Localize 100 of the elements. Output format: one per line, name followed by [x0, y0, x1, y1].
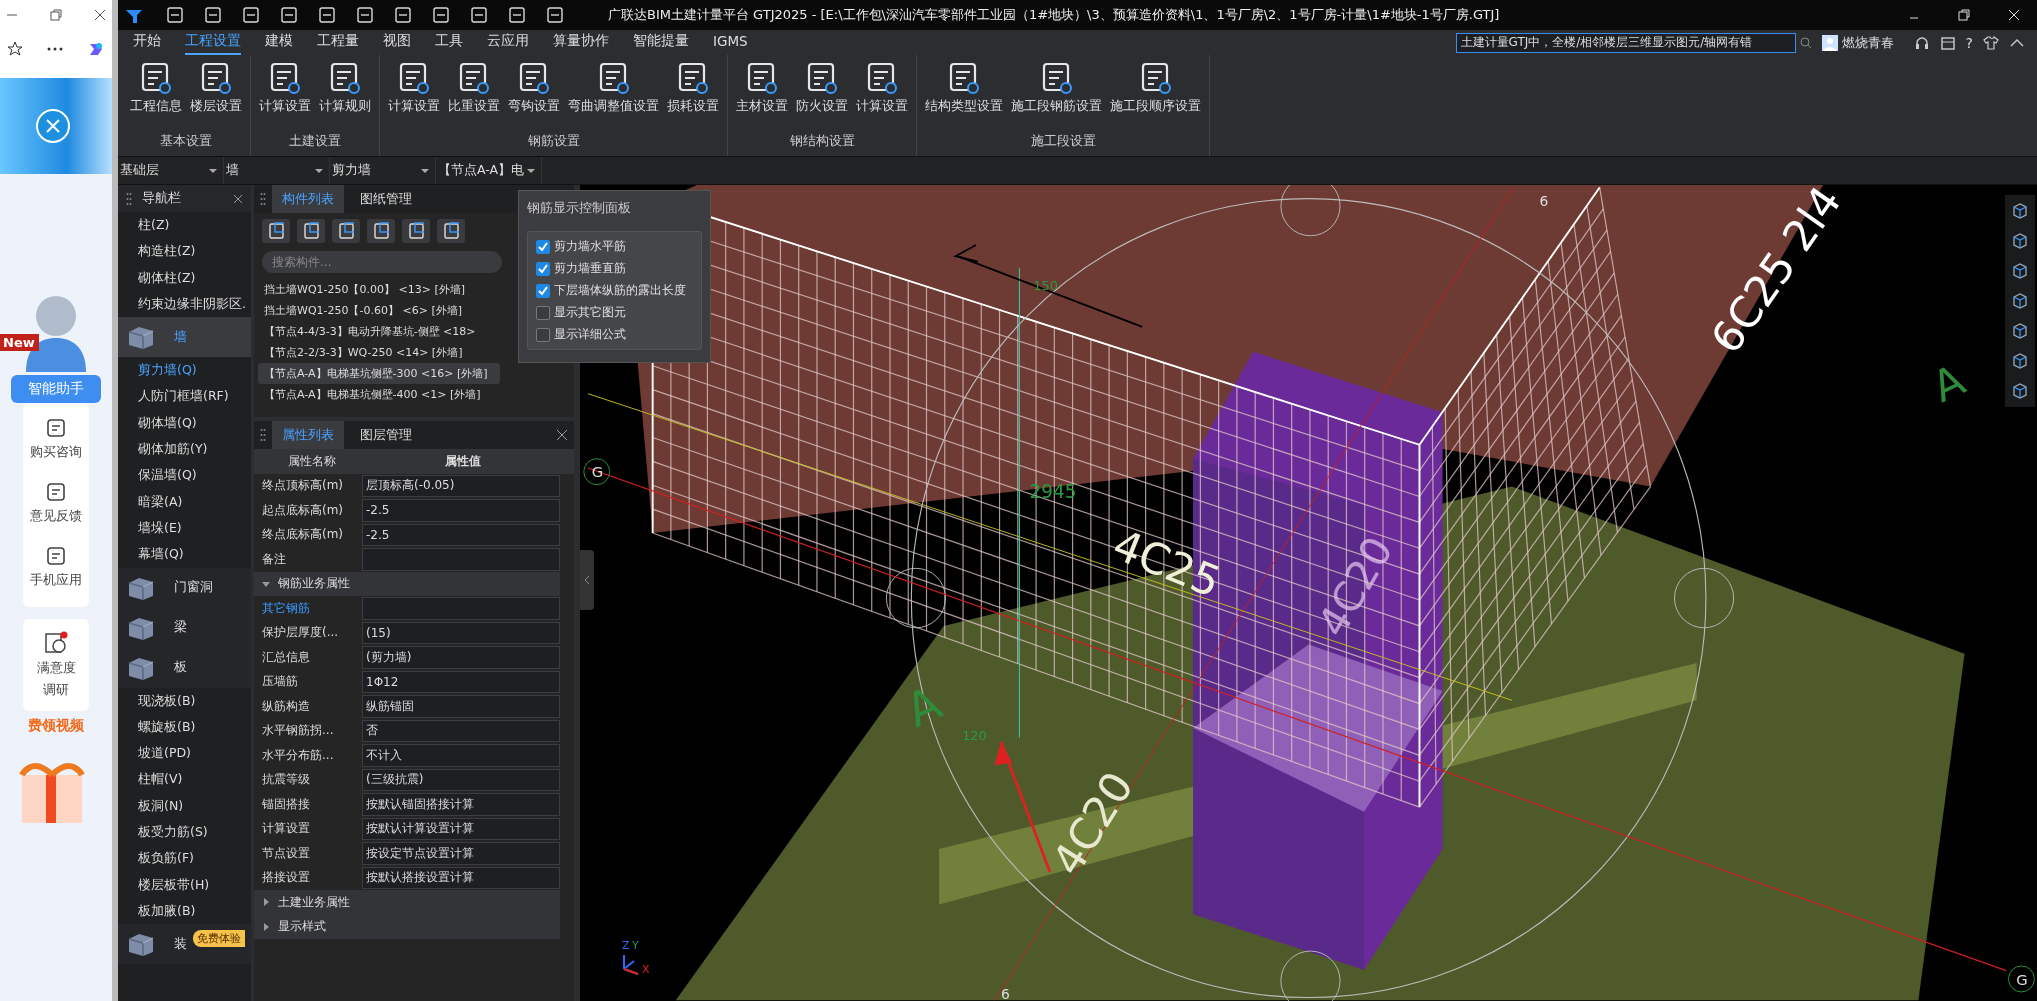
ribbon-button[interactable]: 施工段顺序设置: [1106, 59, 1205, 133]
selector-dropdown[interactable]: 墙: [224, 157, 330, 184]
survey-link[interactable]: 调研: [43, 681, 69, 699]
service-icon[interactable]: [45, 481, 67, 503]
ribbon-button[interactable]: 工程信息: [126, 59, 186, 133]
panel-tab[interactable]: 构件列表: [272, 185, 344, 213]
ribbon-button[interactable]: 弯曲调整值设置: [564, 59, 663, 133]
menu-tab[interactable]: 智能提量: [633, 30, 689, 55]
property-value-field[interactable]: [362, 597, 560, 620]
service-icon[interactable]: [45, 545, 67, 567]
ribbon-button[interactable]: 计算设置: [255, 59, 315, 133]
user-name[interactable]: 燃烧青春: [1841, 33, 1894, 52]
toolbar-tool-icon[interactable]: [204, 6, 222, 24]
menu-tab[interactable]: 开始: [133, 30, 161, 55]
checkbox[interactable]: [536, 283, 550, 298]
favorites-star-icon[interactable]: [7, 41, 23, 57]
toolbar-tool-icon[interactable]: [546, 6, 564, 24]
toolbar-tool-icon[interactable]: [356, 6, 374, 24]
property-value-field[interactable]: 层顶标高(-0.05): [362, 474, 560, 497]
nav-item[interactable]: 墙垛(E): [118, 514, 251, 542]
property-value-field[interactable]: -2.5: [362, 523, 560, 546]
service-link[interactable]: 意见反馈: [30, 507, 82, 525]
selector-dropdown[interactable]: 基础层: [118, 157, 224, 184]
nav-item[interactable]: 暗梁(A): [118, 488, 251, 515]
service-icon[interactable]: [45, 417, 67, 439]
ribbon-button[interactable]: 防火设置: [792, 59, 852, 133]
component-item[interactable]: 【节点A-A】电梯基坑侧壁-400 <1> [外墙]: [258, 384, 487, 405]
ribbon-button[interactable]: 计算设置: [852, 59, 912, 133]
nav-item[interactable]: 柱帽(V): [118, 766, 251, 793]
ribbon-button[interactable]: 计算规则: [315, 59, 375, 133]
nav-category[interactable]: 墙: [118, 317, 251, 358]
property-value-field[interactable]: (剪力墙): [362, 646, 560, 669]
menu-tab[interactable]: 算量协作: [553, 30, 609, 55]
menu-tab[interactable]: 工具: [435, 30, 463, 55]
service-link[interactable]: 手机应用: [30, 571, 82, 589]
toolbar-tool-icon[interactable]: [166, 6, 184, 24]
checkbox[interactable]: [536, 261, 550, 276]
nav-item[interactable]: 柱(Z): [118, 212, 251, 239]
selector-dropdown[interactable]: 【节点A-A】电: [436, 157, 542, 184]
menu-tab[interactable]: 工程设置: [185, 30, 241, 55]
menu-tab[interactable]: 建模: [265, 30, 293, 55]
checkbox[interactable]: [536, 305, 550, 320]
tool-button[interactable]: [437, 219, 465, 243]
ribbon-button[interactable]: 结构类型设置: [921, 59, 1007, 133]
survey-link[interactable]: 满意度: [36, 659, 76, 677]
menu-tab[interactable]: 视图: [383, 30, 411, 55]
tool-button[interactable]: [262, 219, 290, 243]
component-item[interactable]: 【节点4-4/3-3】电动升降基坑-侧壁 <18>: [258, 321, 482, 342]
property-section[interactable]: 钢筋业务属性: [254, 571, 560, 596]
close-circle-icon[interactable]: [35, 108, 71, 144]
component-item[interactable]: 挡土墙WQ1-250【0.00】 <13> [外墙]: [258, 279, 471, 300]
drag-handle-icon[interactable]: [260, 192, 266, 206]
ribbon-button[interactable]: 楼层设置: [186, 59, 246, 133]
nav-item[interactable]: 约束边缘非阴影区.: [118, 290, 251, 318]
component-item[interactable]: 【节点A-A】电梯基坑侧壁-300 <16> [外墙]: [258, 363, 500, 384]
nav-item[interactable]: 幕墙(Q): [118, 541, 251, 568]
search-field[interactable]: 搜索构件...: [262, 251, 502, 273]
nav-item[interactable]: 楼层板带(H): [118, 871, 251, 898]
ribbon-button[interactable]: 弯钩设置: [504, 59, 564, 133]
tool-button[interactable]: [332, 219, 360, 243]
property-value-field[interactable]: 按默认锚固搭接计算: [362, 793, 560, 816]
property-section[interactable]: 显示样式: [254, 914, 560, 939]
nav-category[interactable]: 装 免费体验: [118, 924, 251, 965]
property-name[interactable]: 其它钢筋: [254, 596, 362, 621]
headset-icon[interactable]: [1913, 34, 1930, 51]
restore-icon[interactable]: [49, 8, 63, 22]
ribbon-button[interactable]: 计算设置: [384, 59, 444, 133]
drag-handle-icon[interactable]: [260, 428, 266, 442]
nav-item[interactable]: 保温墙(Q): [118, 462, 251, 489]
property-value-field[interactable]: 按默认计算设置计算: [362, 817, 560, 840]
service-link[interactable]: 购买咨询: [30, 443, 82, 461]
nav-item[interactable]: 剪力墙(Q): [118, 357, 251, 384]
property-value-field[interactable]: 按设定节点设置计算: [362, 842, 560, 865]
property-value-field[interactable]: 不计入: [362, 744, 560, 767]
drag-handle-icon[interactable]: [126, 191, 132, 206]
restore-icon[interactable]: [1957, 8, 1971, 22]
property-value-field[interactable]: -2.5: [362, 499, 560, 522]
property-section[interactable]: 土建业务属性: [254, 890, 560, 915]
property-value-field[interactable]: 按默认搭接设置计算: [362, 866, 560, 889]
nav-item[interactable]: 现浇板(B): [118, 687, 251, 714]
calendar-icon[interactable]: [1939, 34, 1956, 51]
ribbon-button[interactable]: 主材设置: [732, 59, 792, 133]
nav-item[interactable]: 砌体加筋(Y): [118, 436, 251, 463]
component-item[interactable]: 【节点2-2/3-3】WQ-250 <14> [外墙]: [258, 342, 469, 363]
nav-category[interactable]: 板: [118, 647, 251, 688]
nav-item[interactable]: 坡道(PD): [118, 740, 251, 767]
tool-button[interactable]: [402, 219, 430, 243]
user-avatar-icon[interactable]: [1821, 34, 1838, 51]
nav-item[interactable]: 板洞(N): [118, 792, 251, 820]
tool-button[interactable]: [367, 219, 395, 243]
nav-item[interactable]: 螺旋板(B): [118, 713, 251, 741]
nav-item[interactable]: 砌体墙(Q): [118, 409, 251, 437]
nav-item[interactable]: 砌体柱(Z): [118, 264, 251, 291]
panel-tab[interactable]: 图层管理: [350, 421, 422, 449]
property-value-field[interactable]: (15): [362, 621, 560, 644]
menu-tab[interactable]: 云应用: [487, 30, 529, 55]
collapse-handle[interactable]: [580, 550, 594, 610]
help-button[interactable]: ?: [1965, 34, 1973, 51]
ribbon-button[interactable]: 损耗设置: [663, 59, 723, 133]
nav-category[interactable]: 门窗洞: [118, 567, 251, 608]
